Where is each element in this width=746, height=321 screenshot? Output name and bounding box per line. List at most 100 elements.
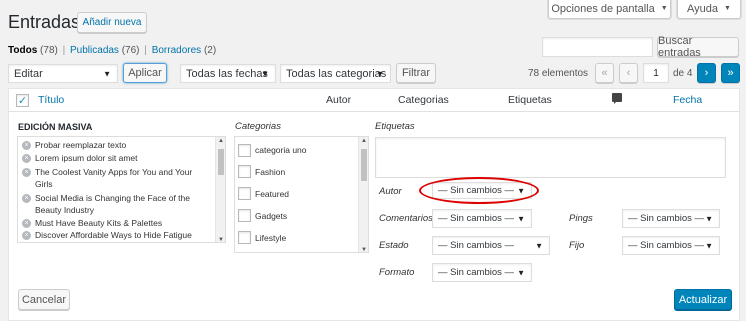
list-item: Beauty Industry — [35, 205, 95, 215]
cancel-button[interactable]: Cancelar — [18, 289, 70, 310]
next-page-button[interactable]: › — [697, 63, 716, 83]
filter-drafts-count: (2) — [203, 45, 217, 56]
comments-select[interactable]: — Sin cambios — ▼ — [432, 209, 532, 228]
table-header-row: ✓ Título Autor Categorias Etiquetas Fech… — [8, 88, 740, 112]
list-item: Social Media is Changing the Face of the — [35, 193, 190, 203]
category-label: Fashion — [255, 167, 286, 177]
comments-select-value: — Sin cambios — — [438, 213, 515, 224]
column-title[interactable]: Título — [38, 94, 64, 106]
apply-button[interactable]: Aplicar — [123, 63, 167, 83]
category-checkbox[interactable] — [238, 209, 251, 222]
caret-down-icon: ▼ — [517, 214, 525, 223]
caret-down-icon: ▼ — [535, 241, 543, 250]
help-button[interactable]: Ayuda ▼ — [677, 0, 741, 19]
scrollbar-thumb[interactable] — [361, 149, 367, 181]
list-item: The Coolest Vanity Apps for You and Your — [35, 167, 193, 177]
category-checkbox[interactable] — [238, 144, 251, 157]
remove-icon[interactable]: × — [22, 168, 31, 177]
caret-down-icon: ▼ — [376, 69, 384, 78]
current-page-value: 1 — [653, 67, 659, 79]
caret-down-icon: ▼ — [261, 69, 269, 78]
author-label: Autor — [379, 186, 402, 197]
category-label: Featured — [255, 189, 290, 199]
update-button[interactable]: Actualizar — [674, 289, 732, 310]
filter-published-count: (76) — [121, 45, 140, 56]
date-filter-value: Todas las fechas — [186, 67, 268, 80]
list-item: Lorem ipsum dolor sit amet — [35, 153, 138, 163]
select-all-checkbox[interactable]: ✓ — [16, 94, 29, 107]
search-posts-button[interactable]: Buscar entradas — [657, 35, 739, 59]
column-author: Autor — [326, 94, 352, 106]
format-select[interactable]: — Sin cambios — ▼ — [432, 263, 532, 282]
categories-checklist[interactable]: categoria uno Fashion Featured Gadgets L… — [234, 136, 369, 253]
caret-down-icon: ▼ — [103, 69, 111, 78]
last-page-button[interactable]: » — [721, 63, 740, 83]
bulk-action-select[interactable]: Editar ▼ — [8, 64, 118, 83]
tags-textarea[interactable] — [375, 137, 726, 178]
tags-label: Etiquetas — [375, 121, 415, 132]
bulk-titles-list[interactable]: × Probar reemplazar texto × Lorem ipsum … — [17, 136, 226, 243]
remove-icon[interactable]: × — [22, 154, 31, 163]
category-label: Lifestyle — [255, 233, 287, 243]
date-filter-select[interactable]: Todas las fechas ▼ — [180, 64, 276, 83]
category-checkbox[interactable] — [238, 165, 251, 178]
category-checkbox[interactable] — [238, 231, 251, 244]
caret-down-icon: ▼ — [724, 5, 731, 12]
filter-separator: | — [62, 45, 66, 56]
caret-down-icon: ▼ — [705, 214, 713, 223]
search-input[interactable] — [542, 37, 653, 57]
remove-icon[interactable]: × — [22, 141, 31, 150]
filter-all-count: (78) — [40, 45, 58, 56]
highlight-circle — [419, 177, 539, 204]
filter-separator: | — [144, 45, 147, 56]
comments-label: Comentarios — [379, 213, 433, 224]
filter-drafts[interactable]: Borradores — [152, 45, 201, 56]
status-label: Estado — [379, 240, 409, 251]
category-filter-value: Todas las categorias — [286, 67, 387, 80]
comments-bubble-icon — [612, 93, 622, 104]
column-tags: Etiquetas — [508, 94, 552, 106]
scrollbar[interactable]: ▲ ▼ — [215, 137, 225, 242]
status-filters: Todos (78) | Publicadas (76) | Borradore… — [8, 45, 216, 56]
list-item: Must Have Beauty Kits & Palettes — [35, 218, 163, 228]
bulk-edit-panel: EDICIÓN MASIVA × Probar reemplazar texto… — [8, 112, 740, 321]
screen-options-button[interactable]: Opciones de pantalla ▼ — [548, 0, 671, 19]
category-label: Gadgets — [255, 211, 288, 221]
pings-select[interactable]: — Sin cambios — ▼ — [622, 209, 720, 228]
caret-down-icon: ▼ — [660, 5, 668, 12]
filter-published[interactable]: Publicadas — [70, 45, 119, 56]
list-item: Girls — [35, 179, 53, 189]
categories-label: Categorias — [235, 121, 281, 132]
current-page-input[interactable]: 1 — [643, 63, 669, 83]
filter-all[interactable]: Todos — [8, 45, 37, 56]
filter-button[interactable]: Filtrar — [396, 63, 436, 83]
category-label: categoria uno — [255, 145, 307, 155]
list-item: Probar reemplazar texto — [35, 140, 127, 150]
remove-icon[interactable]: × — [22, 219, 31, 228]
first-page-button[interactable]: « — [595, 63, 614, 83]
sticky-select-value: — Sin cambios — — [628, 240, 705, 251]
help-label: Ayuda — [687, 2, 719, 15]
column-date[interactable]: Fecha — [673, 94, 702, 106]
screen-options-label: Opciones de pantalla — [551, 2, 655, 15]
status-select[interactable]: — Sin cambios — ▼ — [432, 236, 550, 255]
sticky-select[interactable]: — Sin cambios — ▼ — [622, 236, 720, 255]
column-categories: Categorias — [398, 94, 449, 106]
page-total: de 4 — [673, 68, 693, 79]
pings-label: Pings — [569, 213, 593, 224]
add-new-button[interactable]: Añadir nueva — [77, 12, 147, 33]
caret-down-icon: ▼ — [705, 241, 713, 250]
prev-page-button[interactable]: ‹ — [619, 63, 638, 83]
remove-icon[interactable]: × — [22, 194, 31, 203]
status-select-value: — Sin cambios — — [438, 240, 515, 251]
remove-icon[interactable]: × — [22, 231, 31, 240]
scrollbar-thumb[interactable] — [218, 149, 224, 175]
page-title: Entradas — [8, 12, 81, 32]
category-checkbox[interactable] — [238, 252, 251, 253]
caret-down-icon: ▼ — [517, 268, 525, 277]
category-checkbox[interactable] — [238, 187, 251, 200]
pings-select-value: — Sin cambios — — [628, 213, 705, 224]
category-filter-select[interactable]: Todas las categorias ▼ — [280, 64, 391, 83]
scrollbar[interactable]: ▲ ▼ — [358, 137, 368, 252]
list-item: Discover Affordable Ways to Hide Fatigue — [35, 230, 192, 240]
